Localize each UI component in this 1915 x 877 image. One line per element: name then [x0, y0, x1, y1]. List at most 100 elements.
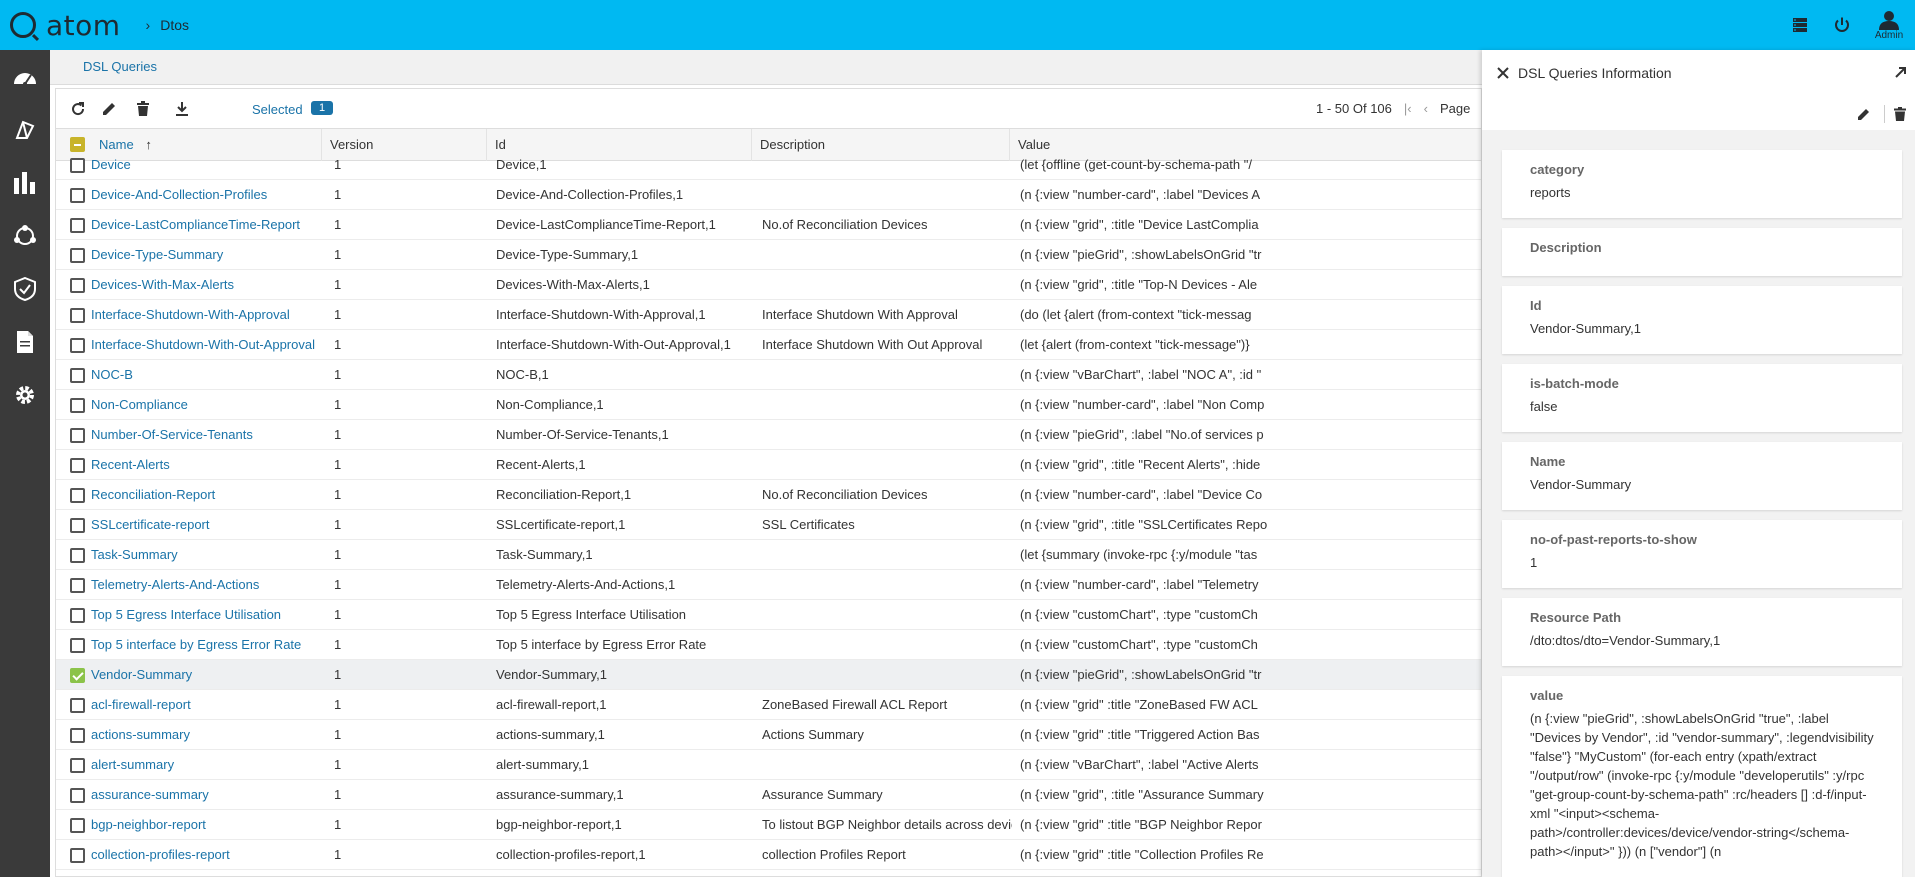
- cell-name[interactable]: Vendor-Summary: [91, 660, 326, 690]
- row-checkbox[interactable]: [70, 308, 85, 323]
- cell-name[interactable]: Device-LastComplianceTime-Report: [91, 210, 326, 240]
- delete-icon[interactable]: [131, 97, 155, 121]
- cell-name[interactable]: Non-Compliance: [91, 390, 326, 420]
- cell-name[interactable]: Number-Of-Service-Tenants: [91, 420, 326, 450]
- row-checkbox[interactable]: [70, 428, 85, 443]
- delete-icon[interactable]: [1891, 105, 1909, 123]
- table-row[interactable]: Interface-Shutdown-With-Approval 1 Interfa…: [56, 300, 1481, 330]
- power-icon[interactable]: [1821, 0, 1863, 50]
- row-checkbox[interactable]: [70, 728, 85, 743]
- cell-name[interactable]: bgp-neighbor-report: [91, 810, 326, 840]
- field-card: Description: [1502, 228, 1902, 276]
- table-row[interactable]: Interface-Shutdown-With-Out-Approval 1 Int…: [56, 330, 1481, 360]
- nav-security-icon[interactable]: [0, 262, 50, 315]
- download-icon[interactable]: [170, 97, 194, 121]
- table-row[interactable]: SSLcertificate-report 1 SSLcertificate-rep…: [56, 510, 1481, 540]
- row-checkbox[interactable]: [70, 248, 85, 263]
- row-checkbox[interactable]: [70, 458, 85, 473]
- table-row[interactable]: collection-profiles-report 1 collection-pr…: [56, 840, 1481, 870]
- table-row[interactable]: Top 5 Egress Interface Utilisation 1 Top 5…: [56, 600, 1481, 630]
- table-row[interactable]: Device 1 Device,1 (let {offline (get-count-…: [56, 150, 1481, 180]
- table-row[interactable]: alert-summary 1 alert-summary,1 (n {:view "…: [56, 750, 1481, 780]
- cell-name[interactable]: Telemetry-Alerts-And-Actions: [91, 570, 326, 600]
- cell-name[interactable]: SSLcertificate-report: [91, 510, 326, 540]
- cell-name[interactable]: NOC-B: [91, 360, 326, 390]
- table-row[interactable]: bgp-neighbor-report 1 bgp-neighbor-report,…: [56, 810, 1481, 840]
- table-row[interactable]: Telemetry-Alerts-And-Actions 1 Telemetry-A…: [56, 570, 1481, 600]
- row-checkbox[interactable]: [70, 188, 85, 203]
- cell-name[interactable]: Reconciliation-Report: [91, 480, 326, 510]
- nav-document-icon[interactable]: [0, 315, 50, 368]
- row-checkbox[interactable]: [70, 548, 85, 563]
- row-checkbox[interactable]: [70, 608, 85, 623]
- cell-name[interactable]: Interface-Shutdown-With-Approval: [91, 300, 326, 330]
- cell-value: (n {:view "vBarChart", :label "NOC A", :…: [1020, 367, 1262, 382]
- close-icon[interactable]: [1494, 64, 1512, 82]
- cell-name[interactable]: Interface-Shutdown-With-Out-Approval: [91, 330, 326, 360]
- row-checkbox[interactable]: [70, 818, 85, 833]
- nav-network-icon[interactable]: [0, 209, 50, 262]
- cell-name[interactable]: Top 5 Egress Interface Utilisation: [91, 600, 326, 630]
- previous-page-icon[interactable]: ‹: [1424, 101, 1428, 116]
- table-row[interactable]: Recent-Alerts 1 Recent-Alerts,1 (n {:view "…: [56, 450, 1481, 480]
- cell-name[interactable]: Recent-Alerts: [91, 450, 326, 480]
- row-checkbox[interactable]: [70, 488, 85, 503]
- user-menu[interactable]: Admin: [1863, 0, 1915, 50]
- row-checkbox[interactable]: [70, 698, 85, 713]
- row-checkbox[interactable]: [70, 158, 85, 173]
- cell-name[interactable]: actions-summary: [91, 720, 326, 750]
- refresh-icon[interactable]: [66, 97, 90, 121]
- edit-icon[interactable]: [1855, 105, 1873, 123]
- nav-analytics-icon[interactable]: [0, 156, 50, 209]
- row-checkbox[interactable]: [70, 338, 85, 353]
- cell-description: [762, 270, 1012, 300]
- cell-name[interactable]: Device: [91, 150, 326, 180]
- nav-topology-icon[interactable]: [0, 103, 50, 156]
- table-row[interactable]: Device-And-Collection-Profiles 1 Device-An…: [56, 180, 1481, 210]
- row-checkbox[interactable]: [70, 668, 85, 683]
- row-checkbox[interactable]: [70, 278, 85, 293]
- cell-name[interactable]: assurance-summary: [91, 780, 326, 810]
- row-checkbox[interactable]: [70, 758, 85, 773]
- row-checkbox[interactable]: [70, 578, 85, 593]
- nav-settings-icon[interactable]: [0, 368, 50, 421]
- row-checkbox[interactable]: [70, 788, 85, 803]
- table-row[interactable]: NOC-B 1 NOC-B,1 (n {:view "vBarChart", :lab…: [56, 360, 1481, 390]
- atom-logo[interactable]: atom: [10, 9, 121, 42]
- row-checkbox[interactable]: [70, 848, 85, 863]
- field-value: reports: [1530, 185, 1571, 200]
- cell-name[interactable]: Device-Type-Summary: [91, 240, 326, 270]
- cell-name[interactable]: alert-summary: [91, 750, 326, 780]
- table-row[interactable]: Device-Type-Summary 1 Device-Type-Summary,…: [56, 240, 1481, 270]
- cell-name[interactable]: Device-And-Collection-Profiles: [91, 180, 326, 210]
- row-checkbox[interactable]: [70, 638, 85, 653]
- cell-name[interactable]: acl-firewall-report: [91, 690, 326, 720]
- table-row[interactable]: Top 5 interface by Egress Error Rate 1 Top…: [56, 630, 1481, 660]
- row-checkbox[interactable]: [70, 218, 85, 233]
- database-icon[interactable]: [1779, 0, 1821, 50]
- row-checkbox[interactable]: [70, 368, 85, 383]
- table-row[interactable]: Vendor-Summary 1 Vendor-Summary,1 (n {:view…: [56, 660, 1481, 690]
- table-row[interactable]: Devices-With-Max-Alerts 1 Devices-With-Max…: [56, 270, 1481, 300]
- cell-name[interactable]: Top 5 interface by Egress Error Rate: [91, 630, 326, 660]
- breadcrumb[interactable]: Dtos: [160, 17, 189, 33]
- table-row[interactable]: acl-firewall-report 1 acl-firewall-report,…: [56, 690, 1481, 720]
- cell-name[interactable]: Devices-With-Max-Alerts: [91, 270, 326, 300]
- cell-value: (let {summary (invoke-rpc {:y/module "ta…: [1020, 547, 1258, 562]
- nav-dashboard-icon[interactable]: [0, 50, 50, 103]
- table-row[interactable]: assurance-summary 1 assurance-summary,1 Ass…: [56, 780, 1481, 810]
- table-row[interactable]: Task-Summary 1 Task-Summary,1 (let {summary…: [56, 540, 1481, 570]
- cell-name[interactable]: Task-Summary: [91, 540, 326, 570]
- table-row[interactable]: Non-Compliance 1 Non-Compliance,1 (n {:view…: [56, 390, 1481, 420]
- row-checkbox[interactable]: [70, 398, 85, 413]
- edit-icon[interactable]: [97, 97, 121, 121]
- first-page-icon[interactable]: |‹: [1404, 101, 1412, 116]
- open-in-new-icon[interactable]: [1891, 64, 1909, 82]
- table-row[interactable]: Device-LastComplianceTime-Report 1 Device-…: [56, 210, 1481, 240]
- tab-dsl-queries[interactable]: DSL Queries: [83, 59, 157, 74]
- table-row[interactable]: actions-summary 1 actions-summary,1 Actions…: [56, 720, 1481, 750]
- row-checkbox[interactable]: [70, 518, 85, 533]
- cell-name[interactable]: collection-profiles-report: [91, 840, 326, 870]
- table-row[interactable]: Number-Of-Service-Tenants 1 Number-Of-Serv…: [56, 420, 1481, 450]
- table-row[interactable]: Reconciliation-Report 1 Reconciliation-Rep…: [56, 480, 1481, 510]
